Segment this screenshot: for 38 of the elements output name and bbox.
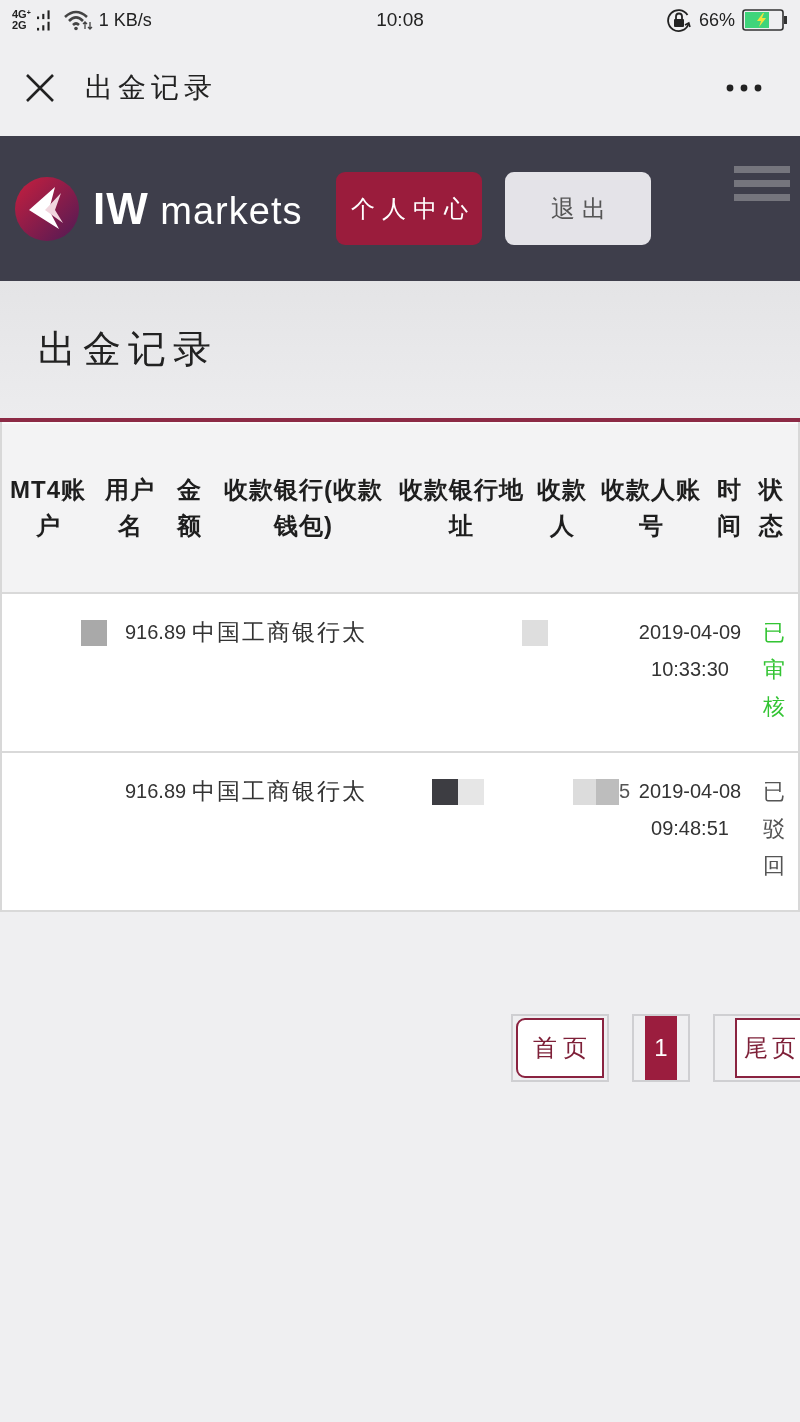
column-header: 时间	[715, 475, 743, 541]
network-speed: 1 KB/s	[98, 9, 152, 31]
logout-button[interactable]: 退出	[505, 172, 652, 245]
chevron-logo-icon[interactable]	[15, 176, 79, 241]
page-title: 出金记录	[38, 327, 218, 372]
account-cell: 5	[618, 780, 630, 803]
nav-title: 出金记录	[85, 71, 217, 105]
amount-cell: 916.89	[125, 780, 187, 803]
battery-percent: 66%	[698, 9, 735, 31]
network-type: 4G$^{+}$	[12, 9, 31, 20]
status-cell-text: 已审核	[763, 619, 785, 721]
column-header: 收款银行地址	[398, 475, 525, 541]
column-header: 收款人账号	[600, 475, 702, 541]
more-icon[interactable]	[726, 84, 762, 92]
column-header: 收款人	[536, 475, 588, 541]
status-cell-text: 已驳回	[763, 778, 785, 880]
time-cell-text: 2019-04-09 10:33:30	[637, 620, 743, 682]
rotation-lock-icon	[665, 7, 692, 33]
last-page-button[interactable]: 尾页	[713, 1014, 800, 1082]
personal-center-button[interactable]: 个人中心	[336, 172, 483, 245]
clock-time: 10:08	[376, 9, 424, 31]
column-header: 收款银行(收款钱包)	[223, 475, 384, 541]
column-header: 状态	[757, 475, 785, 541]
bank-cell-text: 中国工商银行太	[192, 777, 367, 806]
first-page-button[interactable]: 首页	[511, 1014, 609, 1082]
column-header: 用户名	[104, 475, 156, 541]
battery-charging-icon	[742, 9, 788, 31]
amount-cell: 916.89	[125, 621, 187, 644]
signal-bars-icon	[36, 9, 51, 31]
close-icon[interactable]	[25, 73, 55, 103]
page-number-button[interactable]: 1	[632, 1014, 690, 1082]
column-header: MT4账户	[9, 475, 87, 541]
column-header: 金额	[175, 475, 203, 541]
bank-cell-text: 中国工商银行太	[192, 618, 367, 647]
network-type: 2G	[12, 20, 28, 31]
brand-name: IW markets	[93, 183, 303, 234]
wifi-icon	[62, 9, 93, 31]
time-cell-text: 2019-04-08 09:48:51	[637, 779, 743, 841]
